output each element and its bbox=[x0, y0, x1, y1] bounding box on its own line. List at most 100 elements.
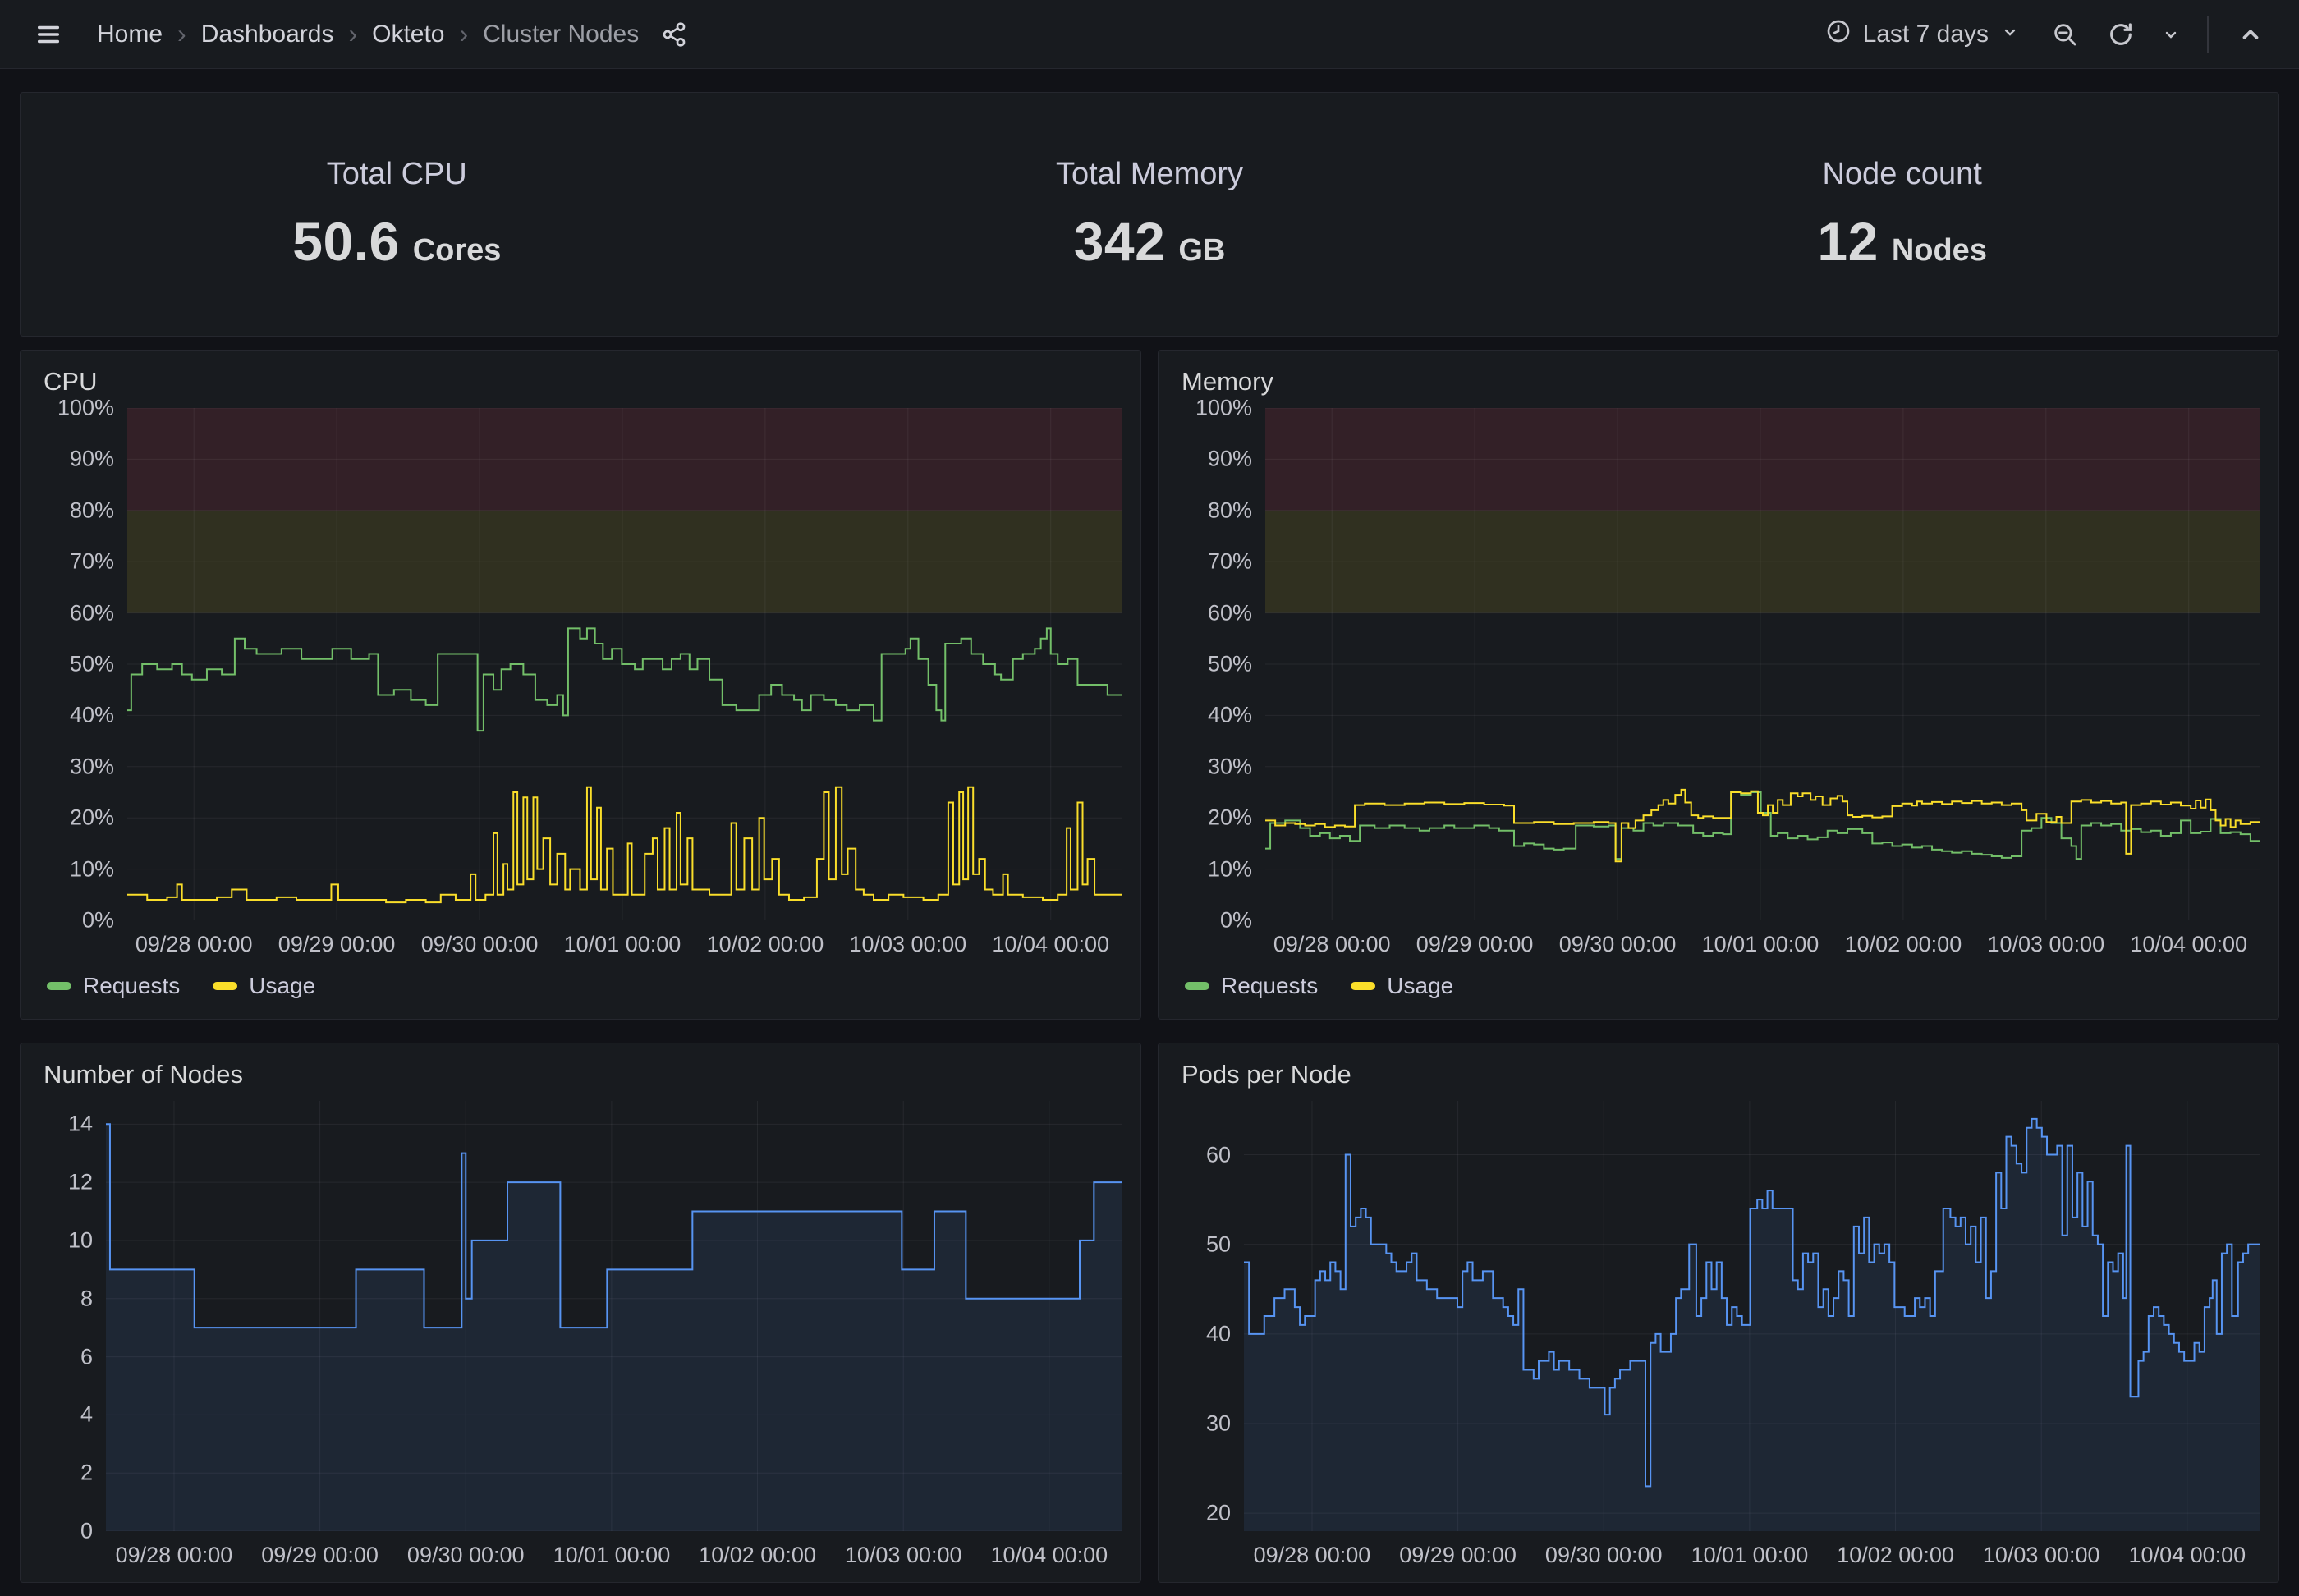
y-axis-label: 0 bbox=[80, 1519, 93, 1544]
time-range-label: Last 7 days bbox=[1863, 21, 1989, 48]
x-axis-label: 10/03 00:00 bbox=[1987, 932, 2104, 957]
cpu-y-axis: 0%10%20%30%40%50%60%70%80%90%100% bbox=[39, 408, 127, 920]
x-axis-label: 10/04 00:00 bbox=[991, 1543, 1108, 1568]
x-axis-label: 09/29 00:00 bbox=[1399, 1543, 1517, 1568]
legend-label: Usage bbox=[1387, 973, 1453, 999]
share-button[interactable] bbox=[650, 11, 698, 58]
panel-pods-per-node: Pods per Node 2030405060 09/28 00:0009/2… bbox=[1158, 1043, 2279, 1583]
x-axis-label: 10/01 00:00 bbox=[1702, 932, 1819, 957]
y-axis-label: 10% bbox=[1208, 856, 1252, 882]
y-axis-label: 50% bbox=[1208, 652, 1252, 677]
menu-icon bbox=[34, 21, 62, 48]
breadcrumb-home[interactable]: Home bbox=[97, 21, 163, 48]
y-axis-label: 14 bbox=[68, 1112, 93, 1137]
breadcrumb-separator: › bbox=[346, 19, 359, 49]
panel-cluster-totals: Total CPU 50.6 Cores Total Memory 342 GB… bbox=[20, 92, 2279, 337]
x-axis-label: 10/03 00:00 bbox=[849, 932, 966, 957]
x-axis-label: 09/29 00:00 bbox=[278, 932, 396, 957]
menu-button[interactable] bbox=[25, 11, 72, 58]
collapse-navbar-button[interactable] bbox=[2227, 11, 2274, 58]
cpu-x-axis: 09/28 00:0009/29 00:0009/30 00:0010/01 0… bbox=[127, 920, 1122, 960]
cpu-legend: Requests Usage bbox=[39, 965, 1122, 1007]
panel-title-pods-per-node[interactable]: Pods per Node bbox=[1177, 1060, 2260, 1089]
breadcrumb-dashboards[interactable]: Dashboards bbox=[201, 21, 334, 48]
y-axis-label: 50 bbox=[1206, 1231, 1231, 1257]
x-axis-label: 10/02 00:00 bbox=[699, 1543, 816, 1568]
y-axis-label: 40% bbox=[1208, 703, 1252, 728]
breadcrumb: Home › Dashboards › Okteto › Cluster Nod… bbox=[97, 19, 639, 49]
legend-item-usage[interactable]: Usage bbox=[213, 973, 315, 999]
breadcrumb-okteto[interactable]: Okteto bbox=[372, 21, 444, 48]
legend-swatch bbox=[213, 982, 237, 990]
x-axis-label: 10/02 00:00 bbox=[1845, 932, 1962, 957]
stat-value: 342 bbox=[1074, 210, 1166, 273]
y-axis-label: 70% bbox=[1208, 549, 1252, 575]
y-axis-label: 0% bbox=[1220, 908, 1252, 933]
y-axis-label: 70% bbox=[70, 549, 114, 575]
panel-title-number-of-nodes[interactable]: Number of Nodes bbox=[39, 1060, 1122, 1089]
zoom-out-button[interactable] bbox=[2041, 11, 2089, 58]
x-axis-label: 09/30 00:00 bbox=[1545, 1543, 1663, 1568]
stat-node-count: Node count 12 Nodes bbox=[1526, 157, 2278, 273]
x-axis-label: 10/02 00:00 bbox=[1837, 1543, 1954, 1568]
stat-title: Total CPU bbox=[327, 157, 467, 192]
y-axis-label: 80% bbox=[70, 498, 114, 523]
top-navbar: Home › Dashboards › Okteto › Cluster Nod… bbox=[0, 0, 2299, 69]
pods-y-axis: 2030405060 bbox=[1177, 1101, 1244, 1531]
x-axis-label: 10/04 00:00 bbox=[2129, 1543, 2246, 1568]
x-axis-label: 10/02 00:00 bbox=[707, 932, 824, 957]
y-axis-label: 20% bbox=[70, 805, 114, 831]
memory-plot[interactable] bbox=[1265, 408, 2260, 920]
y-axis-label: 20 bbox=[1206, 1501, 1231, 1526]
memory-y-axis: 0%10%20%30%40%50%60%70%80%90%100% bbox=[1177, 408, 1265, 920]
legend-label: Requests bbox=[83, 973, 180, 999]
x-axis-label: 10/01 00:00 bbox=[564, 932, 681, 957]
y-axis-label: 4 bbox=[80, 1402, 93, 1428]
pods-plot[interactable] bbox=[1244, 1101, 2260, 1531]
y-axis-label: 90% bbox=[70, 447, 114, 472]
x-axis-label: 10/01 00:00 bbox=[1691, 1543, 1809, 1568]
y-axis-label: 80% bbox=[1208, 498, 1252, 523]
y-axis-label: 90% bbox=[1208, 447, 1252, 472]
stat-value: 50.6 bbox=[292, 210, 399, 273]
stat-total-memory: Total Memory 342 GB bbox=[773, 157, 1526, 273]
cpu-plot[interactable] bbox=[127, 408, 1122, 920]
x-axis-label: 10/04 00:00 bbox=[2130, 932, 2247, 957]
refresh-interval-button[interactable] bbox=[2153, 11, 2189, 58]
y-axis-label: 30% bbox=[1208, 754, 1252, 779]
y-axis-label: 50% bbox=[70, 652, 114, 677]
legend-item-requests[interactable]: Requests bbox=[1185, 973, 1318, 999]
y-axis-label: 20% bbox=[1208, 805, 1252, 831]
x-axis-label: 10/03 00:00 bbox=[845, 1543, 962, 1568]
y-axis-label: 12 bbox=[68, 1170, 93, 1195]
panel-title-memory[interactable]: Memory bbox=[1177, 367, 2260, 397]
nodes-y-axis: 02468101214 bbox=[39, 1101, 106, 1531]
legend-item-usage[interactable]: Usage bbox=[1351, 973, 1453, 999]
y-axis-label: 60 bbox=[1206, 1142, 1231, 1167]
y-axis-label: 30% bbox=[70, 754, 114, 779]
stat-title: Node count bbox=[1822, 157, 1981, 192]
nodes-plot[interactable] bbox=[106, 1101, 1122, 1531]
panel-cpu: CPU 0%10%20%30%40%50%60%70%80%90%100% 09… bbox=[20, 350, 1141, 1020]
y-axis-label: 0% bbox=[82, 908, 114, 933]
legend-item-requests[interactable]: Requests bbox=[47, 973, 180, 999]
refresh-button[interactable] bbox=[2097, 11, 2145, 58]
legend-label: Requests bbox=[1221, 973, 1318, 999]
y-axis-label: 10% bbox=[70, 856, 114, 882]
panel-title-cpu[interactable]: CPU bbox=[39, 367, 1122, 397]
legend-label: Usage bbox=[249, 973, 315, 999]
stat-unit: GB bbox=[1178, 233, 1225, 268]
y-axis-label: 40 bbox=[1206, 1321, 1231, 1346]
x-axis-label: 09/30 00:00 bbox=[421, 932, 539, 957]
legend-swatch bbox=[1185, 982, 1209, 990]
x-axis-label: 10/03 00:00 bbox=[1983, 1543, 2100, 1568]
panel-memory: Memory 0%10%20%30%40%50%60%70%80%90%100%… bbox=[1158, 350, 2279, 1020]
stat-unit: Cores bbox=[413, 233, 502, 268]
y-axis-label: 100% bbox=[57, 396, 114, 421]
pods-x-axis: 09/28 00:0009/29 00:0009/30 00:0010/01 0… bbox=[1244, 1531, 2260, 1571]
y-axis-label: 40% bbox=[70, 703, 114, 728]
chevron-down-icon bbox=[2000, 21, 2020, 48]
clock-icon bbox=[1825, 18, 1852, 51]
x-axis-label: 09/28 00:00 bbox=[1273, 932, 1391, 957]
time-range-picker[interactable]: Last 7 days bbox=[1812, 10, 2033, 59]
